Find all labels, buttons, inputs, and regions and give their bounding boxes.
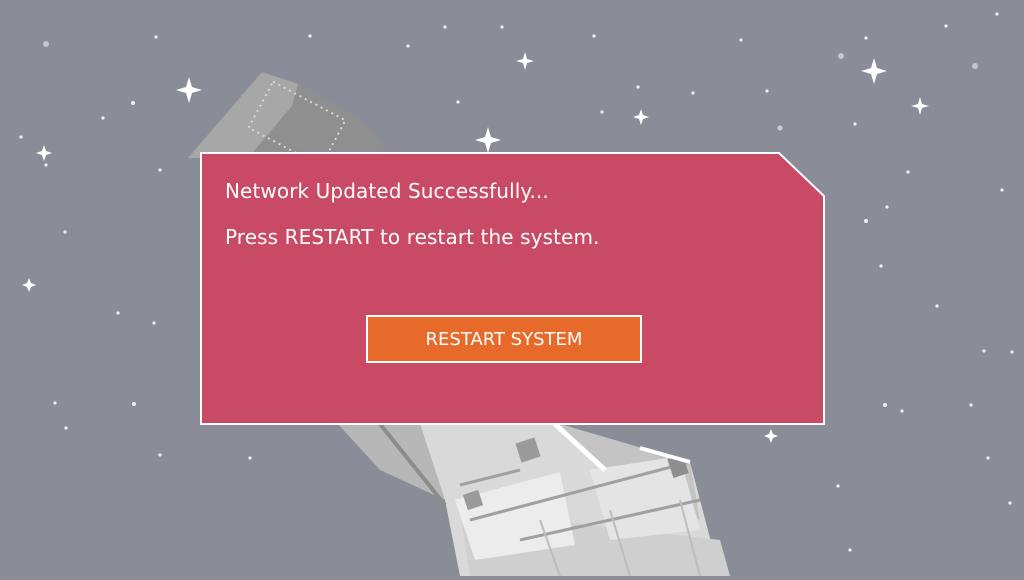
star-icon xyxy=(475,127,501,153)
message-dialog: Network Updated Successfully... Press RE… xyxy=(200,152,826,426)
star-icon xyxy=(861,58,887,84)
star-icon xyxy=(911,97,929,115)
star-icon xyxy=(633,109,649,125)
restart-system-button[interactable]: RESTART SYSTEM xyxy=(366,315,642,363)
instruction-message: Press RESTART to restart the system. xyxy=(225,225,600,249)
star-icon xyxy=(176,77,202,103)
status-message: Network Updated Successfully... xyxy=(225,179,549,203)
star-icon xyxy=(516,52,534,70)
star-icon xyxy=(22,278,36,292)
star-icon xyxy=(36,145,52,161)
star-icon xyxy=(764,429,778,443)
